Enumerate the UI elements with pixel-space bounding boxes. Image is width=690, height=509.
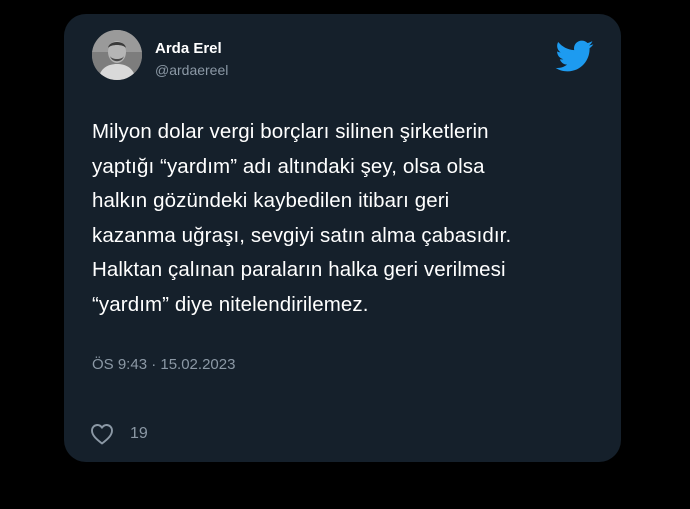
display-name[interactable]: Arda Erel — [155, 40, 222, 58]
like-button[interactable]: 19 — [90, 422, 148, 446]
tweet-timestamp[interactable]: ÖS 9:43 · 15.02.2023 — [92, 356, 235, 374]
like-count: 19 — [130, 425, 148, 442]
avatar[interactable] — [92, 30, 142, 80]
heart-icon[interactable] — [90, 423, 114, 445]
tweet-text: Milyon dolar vergi borçları silinen şirk… — [92, 120, 512, 316]
handle[interactable]: @ardaereel — [155, 61, 228, 79]
avatar-photo — [92, 30, 142, 80]
tweet-card: Arda Erel @ardaereel Milyon dolar vergi … — [64, 14, 621, 462]
twitter-bird-icon[interactable] — [550, 36, 598, 76]
